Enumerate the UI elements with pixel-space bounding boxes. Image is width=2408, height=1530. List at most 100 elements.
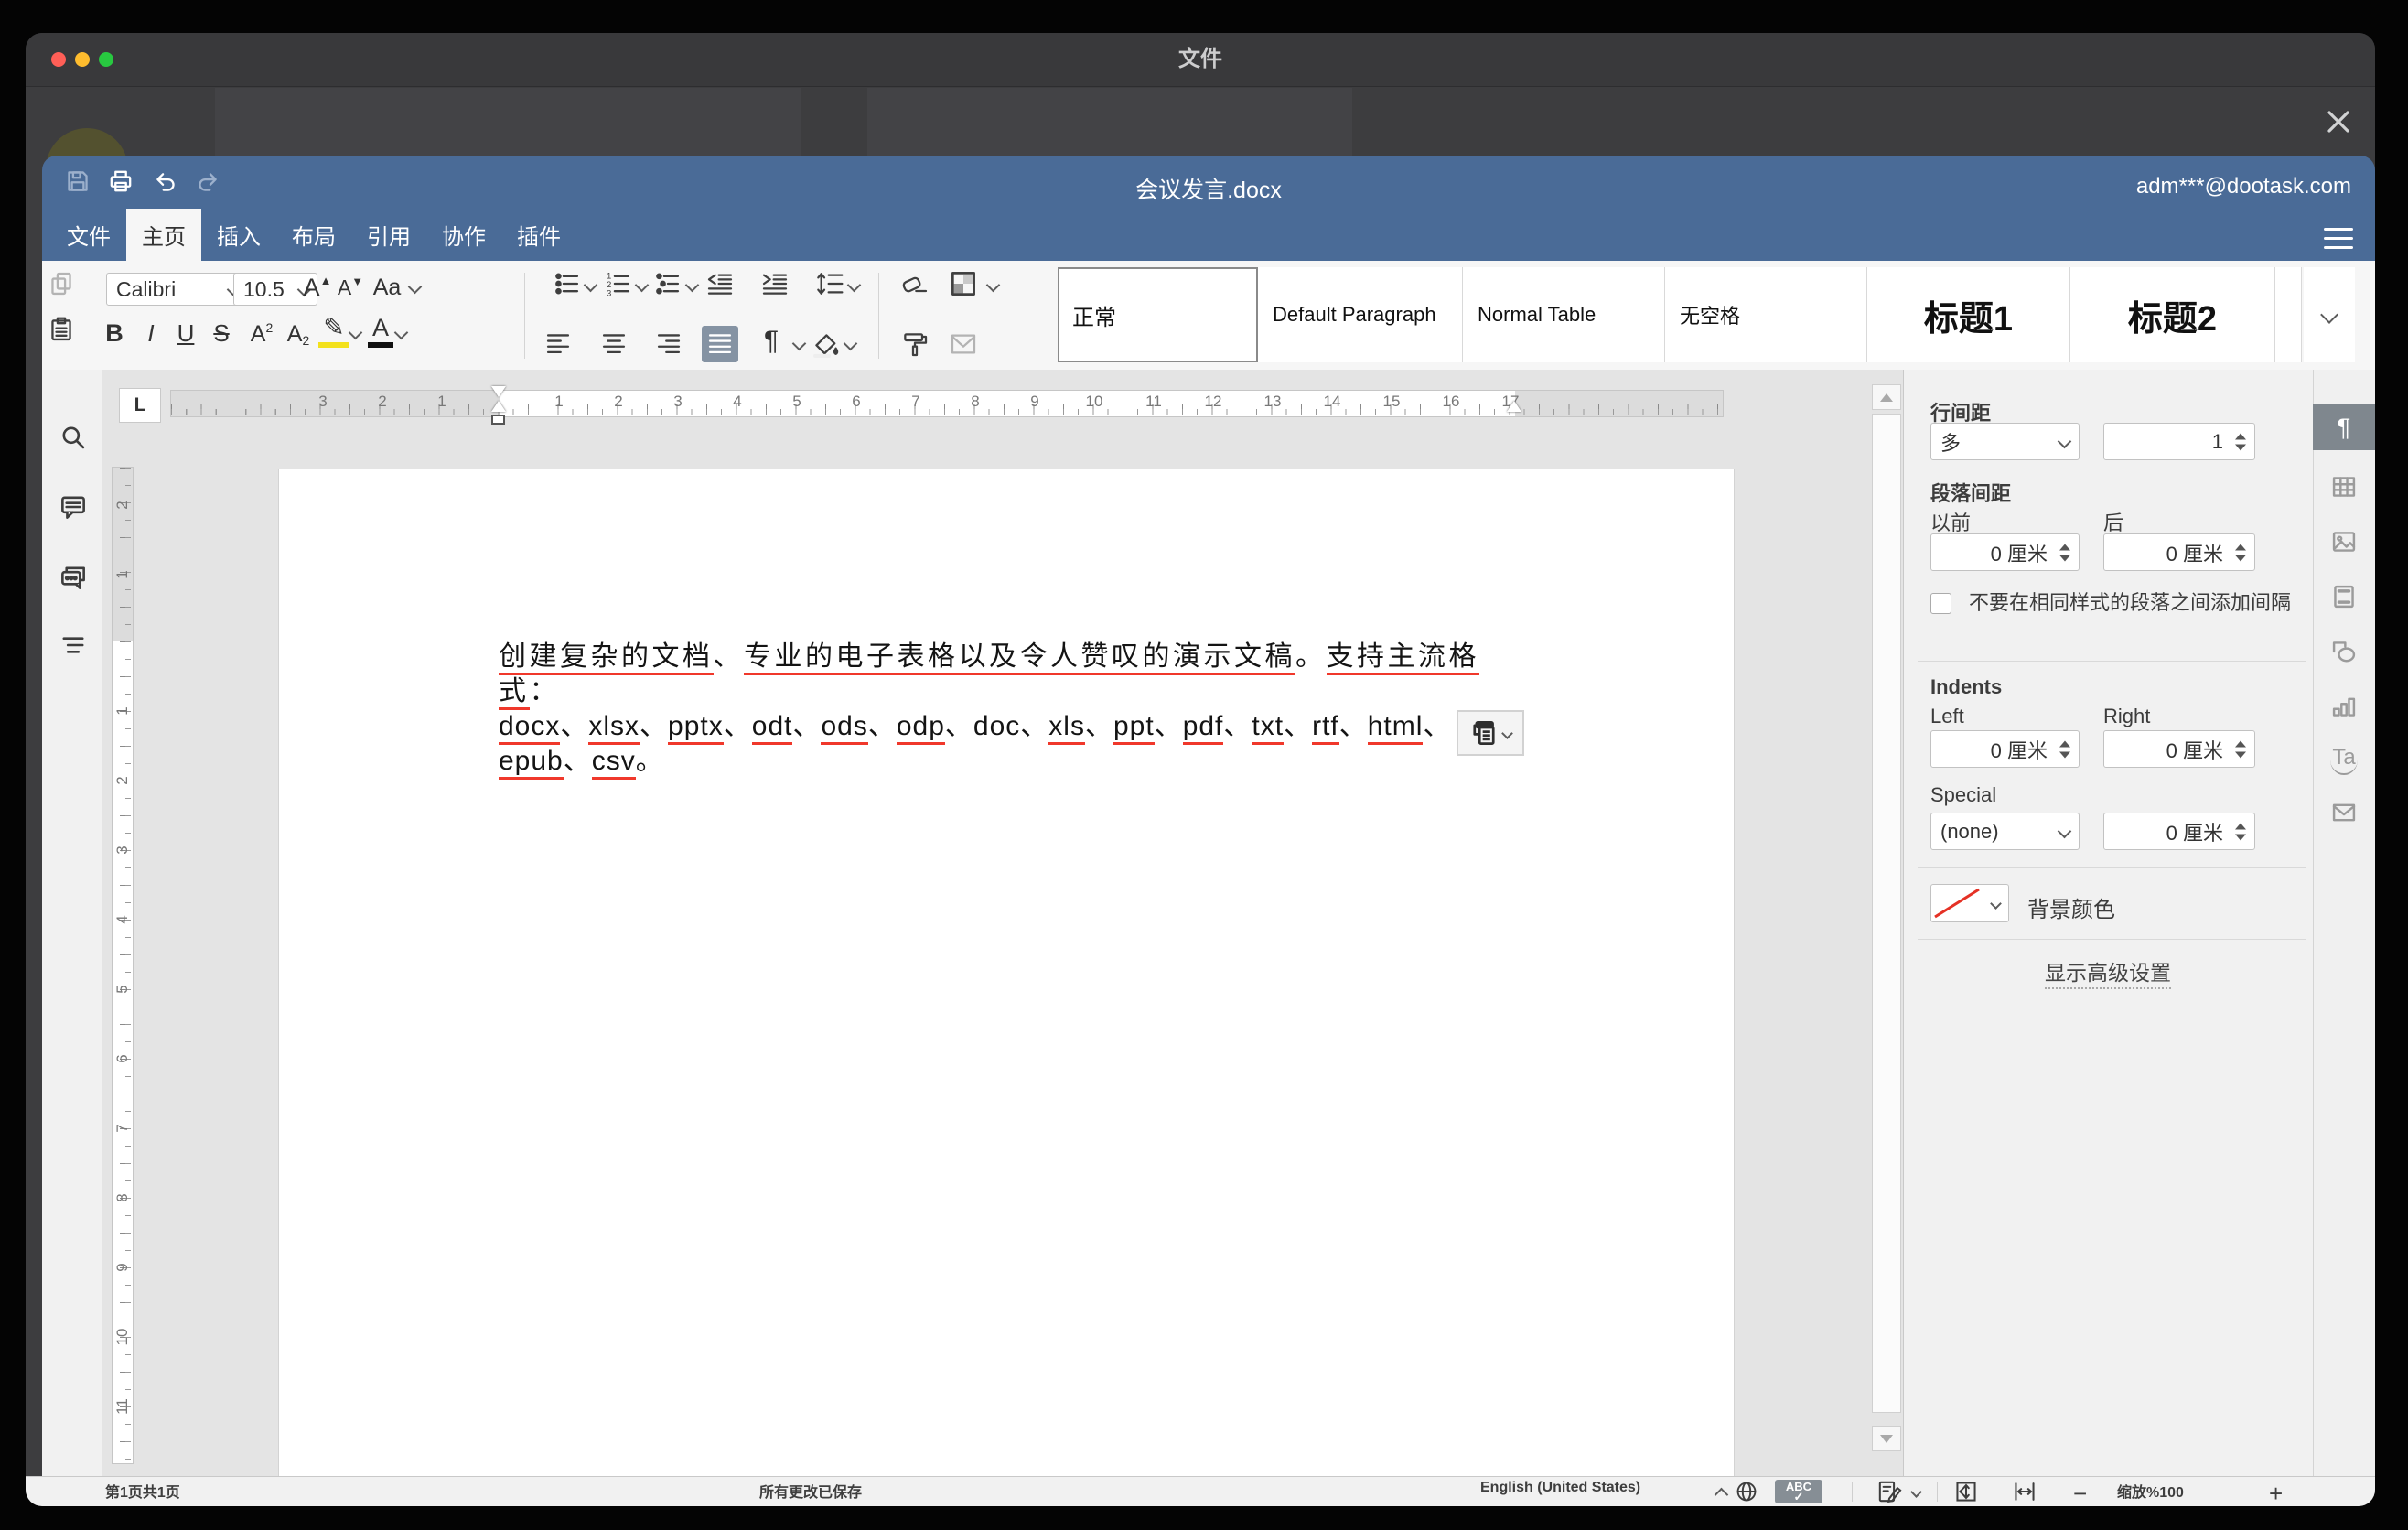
menu-icon[interactable] [2324, 221, 2353, 243]
set-language-globe-icon[interactable] [1733, 1479, 1760, 1504]
hanging-indent-marker[interactable] [491, 401, 506, 412]
bullet-list-icon[interactable] [551, 267, 584, 300]
document-paragraph[interactable]: 创建复杂的文档、专业的电子表格以及令人赞叹的演示文稿。支持主流格式： docx、… [499, 640, 1523, 779]
zoom-out-icon[interactable]: − [2073, 1480, 2087, 1506]
advanced-settings-link[interactable]: 显示高级设置 [2045, 961, 2171, 989]
spacing-before-spinner[interactable]: 0 厘米 [1930, 533, 2080, 571]
paragraph-settings-icon[interactable]: ¶ [2313, 404, 2375, 450]
spinner-arrows[interactable] [2059, 544, 2070, 561]
spinner-arrows[interactable] [2235, 740, 2246, 758]
status-divider [1852, 1482, 1853, 1502]
paragraph-shading-icon[interactable] [809, 328, 842, 361]
left-indent-marker[interactable] [491, 415, 505, 425]
search-icon[interactable] [56, 420, 91, 455]
tab-layout[interactable]: 布局 [276, 209, 351, 261]
paste-options-button[interactable] [1457, 710, 1524, 756]
spinner-arrows[interactable] [2235, 433, 2246, 450]
spinner-arrows[interactable] [2235, 544, 2246, 561]
zoom-in-icon[interactable]: + [2269, 1480, 2283, 1506]
header-footer-settings-icon[interactable] [2313, 571, 2375, 622]
spinner-arrows[interactable] [2059, 740, 2070, 758]
tab-file[interactable]: 文件 [51, 209, 126, 261]
document-page[interactable]: 创建复杂的文档、专业的电子表格以及令人赞叹的演示文稿。支持主流格式： docx、… [279, 469, 1734, 1476]
close-icon[interactable] [2322, 105, 2355, 138]
bold-icon[interactable]: B [101, 317, 128, 348]
chart-settings-icon[interactable] [2313, 681, 2375, 732]
image-settings-icon[interactable] [2313, 516, 2375, 567]
copy-icon[interactable] [46, 267, 77, 300]
background-color-picker[interactable] [1930, 884, 2009, 922]
fit-width-icon[interactable] [2009, 1478, 2040, 1505]
increase-font-icon[interactable]: A▲ [302, 269, 333, 306]
tab-plugins[interactable]: 插件 [501, 209, 576, 261]
scroll-up-button[interactable] [1872, 384, 1901, 410]
line-spacing-select[interactable]: 多 [1930, 423, 2080, 460]
zoom-level[interactable]: 缩放%100 [2117, 1480, 2184, 1502]
scrollbar-thumb[interactable] [1872, 414, 1901, 1413]
underline-icon[interactable]: U [173, 317, 199, 348]
indents-label: Indents [1930, 675, 2002, 699]
italic-icon[interactable]: I [139, 317, 163, 348]
highlight-color-icon[interactable]: ✎ [318, 311, 349, 348]
scroll-down-button[interactable] [1872, 1426, 1901, 1451]
strikeout-icon[interactable]: S [209, 317, 234, 348]
shading-grid-icon[interactable] [945, 265, 982, 302]
line-spacing-value-spinner[interactable]: 1 [2103, 423, 2255, 460]
align-center-icon[interactable] [597, 328, 630, 361]
track-changes-icon[interactable] [1874, 1478, 1905, 1505]
align-justify-icon[interactable] [702, 326, 738, 362]
comments-icon[interactable] [56, 490, 91, 524]
style-heading1[interactable]: 标题1 [1867, 267, 2070, 362]
spell-check-icon[interactable]: ABC✓ [1775, 1480, 1822, 1503]
subscript-icon[interactable]: A2 [282, 315, 315, 348]
style-normal-table[interactable]: Normal Table [1463, 267, 1665, 362]
shape-settings-icon[interactable] [2313, 626, 2375, 677]
mail-merge-settings-icon[interactable] [2313, 787, 2375, 838]
table-settings-icon[interactable] [2313, 461, 2375, 512]
text-art-settings-icon[interactable]: Ta [2313, 734, 2375, 785]
clear-style-icon[interactable] [897, 267, 933, 300]
no-space-same-style-checkbox[interactable] [1930, 593, 1951, 614]
chevron-down-icon[interactable] [1983, 885, 2008, 921]
navigation-headings-icon[interactable] [56, 628, 91, 663]
chat-icon[interactable] [56, 560, 91, 595]
multilevel-list-icon[interactable] [651, 267, 684, 300]
tab-stop-selector[interactable]: L [119, 388, 161, 423]
align-left-icon[interactable] [542, 328, 575, 361]
special-indent-by-spinner[interactable]: 0 厘米 [2103, 813, 2255, 850]
align-right-icon[interactable] [652, 328, 685, 361]
nonprinting-characters-icon[interactable]: ¶ [758, 324, 785, 359]
numbered-list-icon[interactable]: 123 [602, 267, 635, 300]
increase-indent-icon[interactable] [758, 267, 792, 300]
right-indent-marker[interactable] [1507, 401, 1521, 412]
style-heading2[interactable]: 标题2 [2070, 267, 2275, 362]
font-name-select[interactable]: Calibri [106, 273, 247, 306]
tab-home[interactable]: 主页 [126, 209, 201, 261]
page-count-status[interactable]: 第1页共1页 [105, 1480, 180, 1502]
language-selector[interactable]: English (United States) [1480, 1480, 1640, 1496]
copy-style-icon[interactable] [897, 328, 933, 361]
spacing-after-spinner[interactable]: 0 厘米 [2103, 533, 2255, 571]
paste-icon[interactable] [46, 313, 77, 346]
text-segment: 、 [868, 711, 897, 741]
decrease-font-icon[interactable]: A▼ [335, 269, 366, 306]
style-gallery-expand-icon[interactable] [2304, 267, 2355, 362]
first-line-indent-marker[interactable] [491, 386, 506, 397]
mail-merge-icon[interactable] [945, 328, 982, 361]
indent-right-spinner[interactable]: 0 厘米 [2103, 730, 2255, 768]
decrease-indent-icon[interactable] [703, 267, 737, 300]
style-default-paragraph[interactable]: Default Paragraph [1258, 267, 1463, 362]
spinner-arrows[interactable] [2235, 823, 2246, 840]
tab-references[interactable]: 引用 [351, 209, 426, 261]
fit-page-icon[interactable] [1951, 1478, 1982, 1505]
change-case-icon[interactable]: Aa [368, 269, 406, 306]
style-no-spacing[interactable]: 无空格 [1665, 267, 1867, 362]
tab-collaboration[interactable]: 协作 [426, 209, 501, 261]
indent-left-spinner[interactable]: 0 厘米 [1930, 730, 2080, 768]
style-normal[interactable]: 正常 [1058, 267, 1258, 362]
tab-insert[interactable]: 插入 [201, 209, 276, 261]
font-color-icon[interactable]: A [368, 313, 393, 348]
superscript-icon[interactable]: A2 [245, 315, 278, 348]
line-spacing-icon[interactable] [812, 267, 847, 300]
special-indent-select[interactable]: (none) [1930, 813, 2080, 850]
